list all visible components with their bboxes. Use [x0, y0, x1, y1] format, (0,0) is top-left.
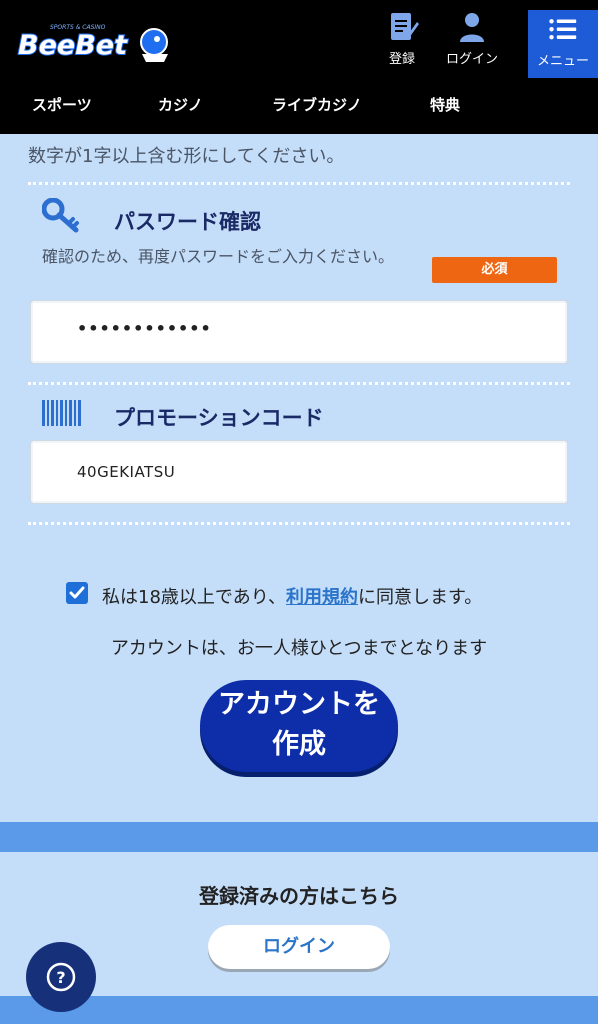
header-login-button[interactable]: ログイン: [440, 10, 504, 74]
svg-text:?: ?: [56, 968, 65, 987]
main-nav: スポーツ カジノ ライブカジノ 特典: [0, 88, 598, 134]
promo-code-input[interactable]: 40GEKIATSU: [30, 440, 568, 504]
terms-link[interactable]: 利用規約: [286, 587, 358, 608]
key-icon: [42, 198, 79, 233]
site-header: SPORTS & CASINO BeeBet 登録 ログイン メニュー: [0, 0, 598, 88]
age-terms-checkbox[interactable]: [66, 582, 88, 604]
divider: [28, 522, 570, 525]
question-icon: ?: [46, 962, 76, 992]
barcode-icon: [42, 400, 81, 426]
password-confirm-input[interactable]: ••••••••••••: [30, 300, 568, 364]
consent-suffix: に同意します。: [358, 587, 483, 608]
consent-text: 私は18歳以上であり、利用規約に同意します。: [102, 583, 482, 609]
beebet-logo[interactable]: SPORTS & CASINO BeeBet: [14, 20, 174, 68]
menu-label: メニュー: [536, 54, 589, 69]
promo-code-value: 40GEKIATSU: [77, 463, 176, 481]
divider: [28, 182, 570, 185]
register-label: 登録: [388, 52, 415, 67]
consent-prefix: 私は18歳以上であり、: [102, 587, 287, 608]
promo-code-title: プロモーションコード: [114, 406, 324, 430]
section-band: [0, 822, 598, 852]
login-button[interactable]: ログイン: [208, 925, 390, 969]
hamburger-icon: [549, 19, 577, 40]
register-button[interactable]: 登録: [380, 10, 424, 74]
create-account-line1: アカウントを: [218, 689, 380, 720]
nav-item-bonus[interactable]: 特典: [430, 94, 460, 115]
header-login-label: ログイン: [445, 52, 498, 67]
password-confirm-description: 確認のため、再度パスワードをご入力ください。: [42, 247, 395, 266]
create-account-button[interactable]: アカウントを 作成: [200, 680, 398, 772]
check-icon: [69, 586, 85, 599]
nav-item-live-casino[interactable]: ライブカジノ: [272, 94, 362, 115]
divider: [28, 382, 570, 385]
nav-item-casino[interactable]: カジノ: [158, 94, 203, 115]
registered-title: 登録済みの方はこちら: [199, 884, 399, 908]
help-button[interactable]: ?: [26, 942, 96, 1012]
password-hint: 数字が1字以上含む形にしてください。: [28, 146, 345, 167]
nav-item-sports[interactable]: スポーツ: [32, 94, 92, 115]
password-confirm-title: パスワード確認: [114, 210, 261, 234]
create-account-line2: 作成: [272, 729, 326, 760]
password-confirm-value: ••••••••••••: [77, 319, 212, 338]
register-icon: [391, 13, 419, 40]
menu-button[interactable]: メニュー: [528, 10, 598, 78]
one-account-notice: アカウントは、お一人様ひとつまでとなります: [110, 638, 488, 659]
user-icon: [460, 13, 484, 42]
required-badge: 必須: [432, 257, 557, 283]
svg-text:BeeBet: BeeBet: [18, 30, 128, 61]
